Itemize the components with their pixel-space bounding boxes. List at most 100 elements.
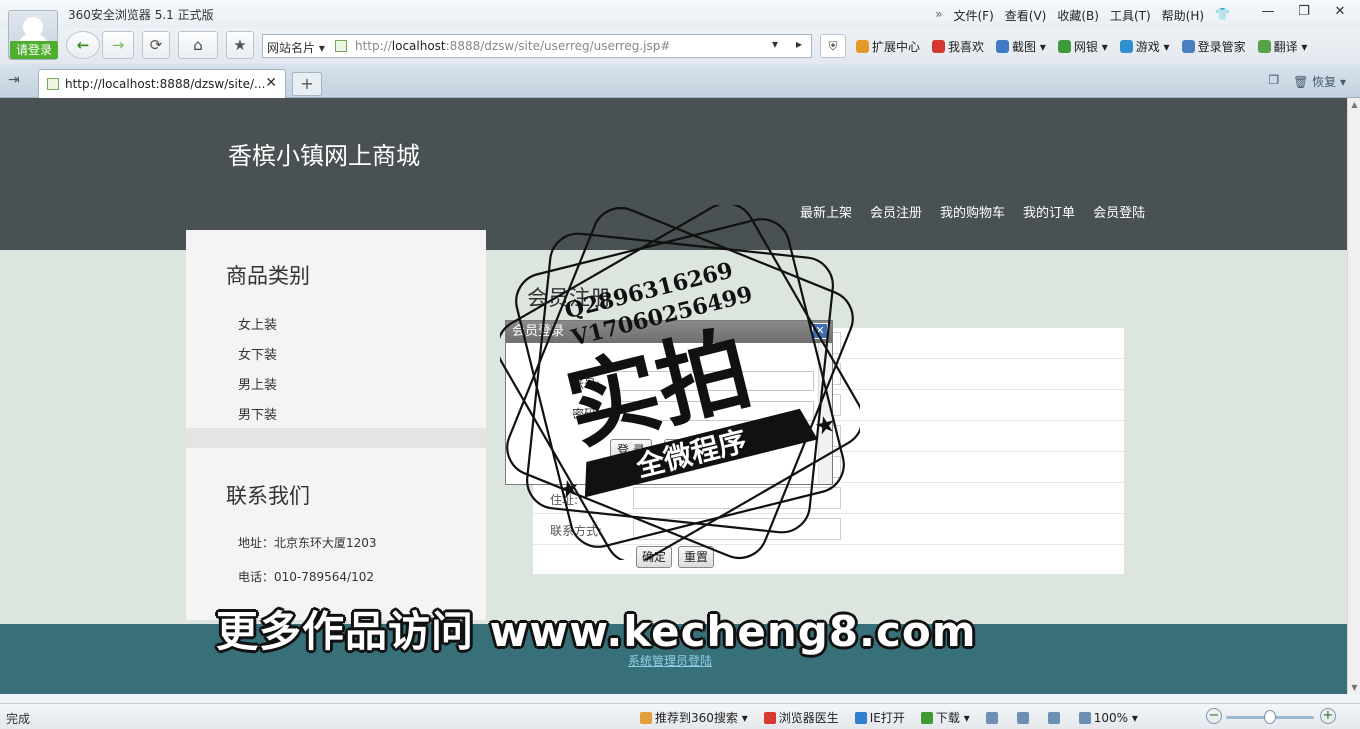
status-tool-icon <box>640 712 652 724</box>
nav-login[interactable]: 会员登陆 <box>1093 202 1145 221</box>
title-bar: 360安全浏览器 5.1 正式版 » 文件(F) 查看(V) 收藏(B) 工具(… <box>0 0 1360 28</box>
extension-0[interactable]: 扩展中心 <box>856 38 920 55</box>
navigation-toolbar: ← → ⟳ ⌂ ★ 网站名片 ▾ http://localhost:8888/d… <box>0 28 1360 64</box>
translate-icon <box>1257 40 1271 53</box>
tab-close-icon[interactable]: ✕ <box>265 75 277 91</box>
page-icon <box>47 78 59 90</box>
extension-label: 我喜欢 <box>948 40 985 54</box>
chevron-right-icon[interactable]: » <box>935 7 942 24</box>
menu-favorites[interactable]: 收藏(B) <box>1057 7 1099 24</box>
extension-label: 扩展中心 <box>872 40 921 54</box>
go-icon[interactable]: ▸ <box>789 37 809 51</box>
status-text: 完成 <box>6 712 31 726</box>
category-women-bottoms[interactable]: 女下装 <box>238 344 277 363</box>
new-tab-button[interactable]: + <box>292 72 322 96</box>
extension-label: 网银 ▾ <box>1073 40 1108 54</box>
scroll-down-icon[interactable]: ▼ <box>1350 683 1359 692</box>
extension-1[interactable]: 我喜欢 <box>932 38 984 55</box>
status-tool-label: IE打开 <box>869 711 905 725</box>
contact-address: 地址：北京东环大厦1203 <box>238 536 377 550</box>
back-button[interactable]: ← <box>66 31 100 59</box>
extension-4[interactable]: 游戏 ▾ <box>1119 38 1170 55</box>
status-tool-6[interactable] <box>1047 711 1063 725</box>
nav-cart[interactable]: 我的购物车 <box>940 202 1005 221</box>
shop-title: 香槟小镇网上商城 <box>228 142 420 170</box>
status-tool-label: 下载 ▾ <box>935 711 970 725</box>
extension-label: 截图 ▾ <box>1012 40 1046 54</box>
status-bar: 完成 推荐到360搜索 ▾ 浏览器医生 IE打开 下载 ▾ 100% ▾ − + <box>0 703 1360 729</box>
categories-heading: 商品类别 <box>226 264 310 288</box>
menu-file[interactable]: 文件(F) <box>953 7 993 24</box>
tab-bar: ⇥ http://localhost:8888/dzsw/site/... ✕ … <box>0 64 1360 98</box>
tab-list-icon[interactable]: ❐ <box>1268 73 1279 90</box>
sidebar-toggle-icon[interactable]: ⇥ <box>8 72 20 88</box>
status-tool-icon <box>1047 711 1060 724</box>
status-tool-5[interactable] <box>1016 711 1032 725</box>
category-men-bottoms[interactable]: 男下装 <box>238 404 277 423</box>
zoom-slider-thumb[interactable] <box>1264 710 1276 724</box>
extension-bar: 扩展中心 我喜欢 截图 ▾ 网银 ▾ 游戏 ▾ 登录管家 翻译 ▾ <box>856 38 1307 55</box>
restore-label: 恢复 ▾ <box>1312 75 1346 89</box>
url-text[interactable]: http://localhost:8888/dzsw/site/userreg/… <box>355 39 670 53</box>
extension-2[interactable]: 截图 ▾ <box>996 38 1046 55</box>
site-card-button[interactable]: 网站名片 ▾ <box>267 39 325 56</box>
scissors-icon <box>996 40 1010 53</box>
status-tool-label: 推荐到360搜索 ▾ <box>655 711 748 725</box>
tab-current[interactable]: http://localhost:8888/dzsw/site/... ✕ <box>38 69 286 98</box>
promo-watermark: 更多作品访问 www.kecheng8.com <box>216 607 977 656</box>
extension-label: 登录管家 <box>1197 40 1246 54</box>
status-tool-7[interactable]: 100% ▾ <box>1078 711 1138 725</box>
tab-bar-tools: ❐ 🗑 恢复 ▾ <box>1268 73 1346 90</box>
nav-orders[interactable]: 我的订单 <box>1023 202 1075 221</box>
contact-heading: 联系我们 <box>226 484 310 508</box>
forward-button[interactable]: → <box>102 31 134 59</box>
status-tool-0[interactable]: 推荐到360搜索 ▾ <box>640 709 748 726</box>
extension-3[interactable]: 网银 ▾ <box>1057 38 1108 55</box>
bank-icon <box>1057 40 1071 53</box>
status-tool-3[interactable]: 下载 ▾ <box>920 709 970 726</box>
extension-label: 游戏 ▾ <box>1135 40 1170 54</box>
restore-closed-button[interactable]: 🗑 恢复 ▾ <box>1293 73 1346 90</box>
app-title: 360安全浏览器 5.1 正式版 <box>68 8 214 22</box>
category-women-tops[interactable]: 女上装 <box>238 314 277 333</box>
heart-icon <box>932 40 946 53</box>
divider <box>186 428 486 448</box>
refresh-button[interactable]: ⟳ <box>142 31 170 59</box>
menu-bar: » 文件(F) 查看(V) 收藏(B) 工具(T) 帮助(H) 👕 <box>935 7 1230 24</box>
category-men-tops[interactable]: 男上装 <box>238 374 277 393</box>
zoom-out-button[interactable]: − <box>1206 708 1222 724</box>
status-tool-icon <box>854 712 867 724</box>
page-icon <box>335 40 347 52</box>
svg-text:★: ★ <box>555 473 583 505</box>
extension-label: 翻译 ▾ <box>1273 40 1308 54</box>
status-tool-1[interactable]: 浏览器医生 <box>763 709 839 726</box>
stamp-watermark: Q2896316269 V17060256499 实拍 全微程序 ★ ★ <box>500 205 860 560</box>
page-scrollbar[interactable]: ▲ ▼ <box>1347 98 1360 694</box>
extension-6[interactable]: 翻译 ▾ <box>1257 38 1308 55</box>
address-bar[interactable]: 网站名片 ▾ http://localhost:8888/dzsw/site/u… <box>262 34 812 58</box>
puzzle-icon <box>856 40 869 53</box>
menu-help[interactable]: 帮助(H) <box>1162 7 1204 24</box>
browser-login-button[interactable]: 请登录 <box>10 41 58 59</box>
skin-icon[interactable]: 👕 <box>1215 7 1230 24</box>
status-tools: 推荐到360搜索 ▾ 浏览器医生 IE打开 下载 ▾ 100% ▾ <box>640 709 1138 726</box>
window-controls: — ❐ ✕ <box>1254 2 1354 22</box>
status-tool-4[interactable] <box>985 711 1001 725</box>
nav-register[interactable]: 会员注册 <box>870 202 922 221</box>
restore-button[interactable]: ❐ <box>1290 2 1318 22</box>
extension-5[interactable]: 登录管家 <box>1181 38 1246 55</box>
trash-icon: 🗑 <box>1293 75 1309 89</box>
zoom-in-button[interactable]: + <box>1320 708 1336 724</box>
status-tool-2[interactable]: IE打开 <box>854 709 905 726</box>
minimize-button[interactable]: — <box>1254 2 1282 22</box>
contact-phone: 电话：010-789564/102 <box>238 570 374 584</box>
chevron-down-icon[interactable]: ▾ <box>765 37 785 51</box>
menu-tools[interactable]: 工具(T) <box>1110 7 1151 24</box>
shield-icon[interactable]: ⛨ <box>820 34 846 58</box>
favorite-button[interactable]: ★ <box>226 31 254 59</box>
status-tool-label: 浏览器医生 <box>778 711 839 725</box>
home-button[interactable]: ⌂ <box>178 31 218 59</box>
window-close-button[interactable]: ✕ <box>1326 2 1354 22</box>
menu-view[interactable]: 查看(V) <box>1005 7 1047 24</box>
scroll-up-icon[interactable]: ▲ <box>1350 100 1359 109</box>
